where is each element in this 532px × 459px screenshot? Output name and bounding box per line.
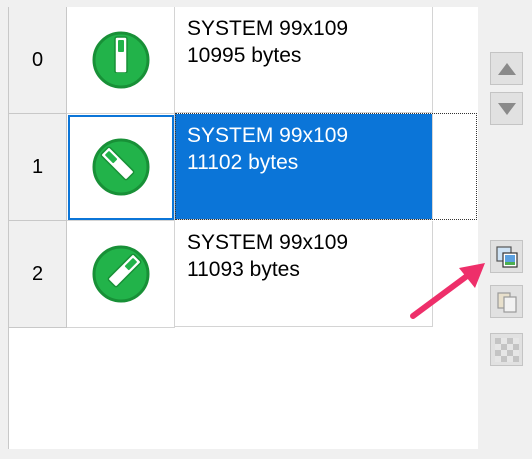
image-size: 10995 bytes xyxy=(187,44,302,67)
transparency-icon xyxy=(494,337,519,362)
row-index: 1 xyxy=(9,114,67,221)
image-name: SYSTEM 99x109 xyxy=(187,231,349,254)
row-thumbnail xyxy=(67,221,175,328)
row-details: SYSTEM 99x109 11093 bytes xyxy=(175,221,433,327)
row-thumbnail xyxy=(67,114,175,221)
row-thumbnail xyxy=(67,7,175,114)
row-details: SYSTEM 99x109 10995 bytes xyxy=(175,7,433,113)
move-up-icon xyxy=(497,62,516,75)
row-index: 0 xyxy=(9,7,67,114)
list-row-0[interactable]: 0 SYSTEM 99x109 10995 bytes xyxy=(9,7,435,114)
move-up-button[interactable] xyxy=(490,52,523,85)
row-details: SYSTEM 99x109 11102 bytes xyxy=(175,114,433,220)
image-size: 11102 bytes xyxy=(187,151,299,174)
transparency-button[interactable] xyxy=(490,333,523,366)
image-name: SYSTEM 99x109 xyxy=(187,17,349,40)
image-name: SYSTEM 99x109 xyxy=(187,124,349,147)
green-switch-vertical-icon xyxy=(92,31,149,89)
replace-image-icon xyxy=(495,245,518,268)
annotation-arrow-icon xyxy=(410,263,485,319)
image-size: 11093 bytes xyxy=(187,258,300,281)
copy-image-icon xyxy=(496,291,517,313)
row-index: 2 xyxy=(9,221,67,328)
image-list[interactable]: 0 SYSTEM 99x109 10995 bytes 1 SYSTEM 99x… xyxy=(8,7,478,449)
green-switch-diagonal-left-icon xyxy=(92,138,149,196)
list-row-1[interactable]: 1 SYSTEM 99x109 11102 bytes xyxy=(9,113,477,221)
green-switch-diagonal-right-icon xyxy=(92,245,149,303)
move-down-button[interactable] xyxy=(490,92,523,125)
list-row-2[interactable]: 2 SYSTEM 99x109 11093 bytes xyxy=(9,221,435,328)
move-down-icon xyxy=(497,102,516,115)
